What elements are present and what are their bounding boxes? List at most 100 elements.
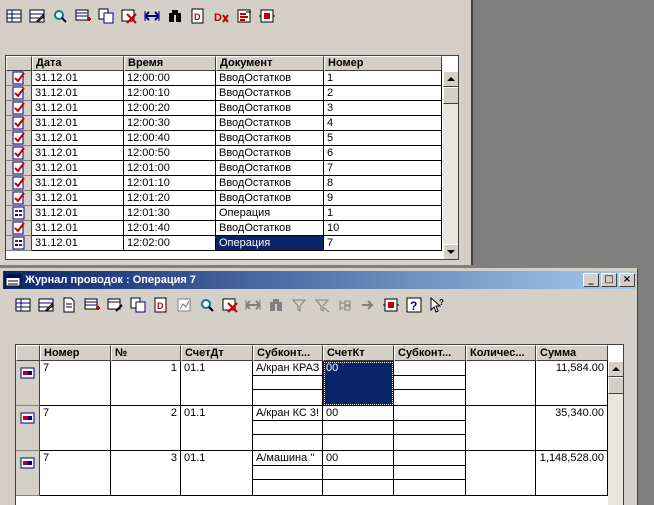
filter-button[interactable] [287,294,310,316]
date-cell[interactable]: 31.12.01 [32,176,124,191]
quantity-cell[interactable] [466,361,536,406]
number-cell[interactable]: 1 [324,71,442,86]
column-header-number[interactable]: Номер [40,345,111,361]
time-cell[interactable]: 12:02:00 [124,236,216,251]
scroll-thumb[interactable] [608,377,623,394]
subconto-line[interactable] [394,390,465,405]
edit-row-button[interactable] [34,294,57,316]
interval-button[interactable] [241,294,264,316]
date-cell[interactable]: 31.12.01 [32,191,124,206]
subconto-line[interactable] [394,421,465,436]
entries-vertical-scrollbar[interactable] [608,361,623,505]
date-cell[interactable]: 31.12.01 [32,236,124,251]
document-cell[interactable]: ВводОстатков [216,146,324,161]
post-document-button[interactable]: D [186,5,209,27]
credit-account-cell[interactable]: 00 [323,406,394,451]
column-header-credit-account[interactable]: СчетКт [323,345,394,361]
subconto-line[interactable] [253,435,322,450]
subconto-line[interactable] [323,480,393,495]
subconto-line[interactable] [323,466,393,481]
subconto-line[interactable] [253,390,322,405]
table-row[interactable]: 31.12.01 12:01:10 ВводОстатков 8 [6,176,442,191]
sum-cell[interactable]: 1,148,528.00 [536,451,608,496]
document-button[interactable] [57,294,80,316]
entries-grid[interactable]: Номер № СчетДт Субконт... СчетКт Субконт… [15,344,624,505]
column-header-line-no[interactable]: № [111,345,181,361]
time-cell[interactable]: 12:01:20 [124,191,216,206]
subconto-line[interactable] [253,466,322,481]
post-document-button[interactable]: D [149,294,172,316]
document-cell[interactable]: ВводОстатков [216,71,324,86]
unpost-document-button[interactable]: D [209,5,232,27]
find-button[interactable] [195,294,218,316]
subconto-line[interactable] [323,376,393,391]
subconto-line[interactable]: 00 [323,406,393,421]
structure-button[interactable] [255,5,278,27]
time-cell[interactable]: 12:00:10 [124,86,216,101]
table-row[interactable]: 31.12.01 12:00:50 ВводОстатков 6 [6,146,442,161]
document-cell[interactable]: ВводОстатков [216,101,324,116]
subconto-line[interactable]: 00 [323,361,393,376]
column-header-quantity[interactable]: Количес... [466,345,536,361]
date-cell[interactable]: 31.12.01 [32,161,124,176]
number-cell[interactable]: 7 [324,161,442,176]
document-cell[interactable]: Операция [216,236,324,251]
table-row[interactable]: 7 3 01.1 А/машина '' 00 1,148,528.00 [16,451,608,496]
credit-account-cell[interactable]: 00 [323,451,394,496]
delete-mark-button[interactable] [117,5,140,27]
time-cell[interactable]: 12:01:00 [124,161,216,176]
context-help-button[interactable]: ? [425,294,448,316]
minimize-button[interactable]: _ [583,273,599,287]
sum-cell[interactable]: 11,584.00 [536,361,608,406]
time-cell[interactable]: 12:01:40 [124,221,216,236]
number-cell[interactable]: 8 [324,176,442,191]
edit-row-button[interactable] [25,5,48,27]
time-cell[interactable]: 12:00:50 [124,146,216,161]
table-row[interactable]: 7 1 01.1 А/кран КРАЗ 00 11,584.00 [16,361,608,406]
subconto-line[interactable] [394,435,465,450]
edit-list-button[interactable] [103,294,126,316]
scroll-up-button[interactable] [443,71,458,87]
goto-button[interactable] [356,294,379,316]
table-row[interactable]: 31.12.01 12:00:40 ВводОстатков 5 [6,131,442,146]
copy-button[interactable] [126,294,149,316]
number-cell[interactable]: 7 [40,451,111,496]
add-list-button[interactable] [71,5,94,27]
debit-subconto-cell[interactable]: А/машина '' [253,451,323,496]
quantity-cell[interactable] [466,406,536,451]
number-cell[interactable]: 7 [40,406,111,451]
number-cell[interactable]: 2 [324,86,442,101]
maximize-button[interactable]: □ [601,273,617,287]
table-row[interactable]: 31.12.01 12:00:00 ВводОстатков 1 [6,71,442,86]
subconto-line[interactable]: А/кран КРАЗ [253,361,322,376]
tree-button[interactable] [333,294,356,316]
time-cell[interactable]: 12:00:20 [124,101,216,116]
number-cell[interactable]: 4 [324,116,442,131]
line-no-cell[interactable]: 2 [111,406,181,451]
number-cell[interactable]: 9 [324,191,442,206]
date-cell[interactable]: 31.12.01 [32,86,124,101]
debit-account-cell[interactable]: 01.1 [181,361,253,406]
table-row[interactable]: 31.12.01 12:01:30 Операция 1 [6,206,442,221]
subconto-line[interactable] [253,421,322,436]
find-button[interactable] [48,5,71,27]
scroll-down-button[interactable] [443,244,458,259]
table-row[interactable]: 31.12.01 12:00:30 ВводОстатков 4 [6,116,442,131]
debit-account-cell[interactable]: 01.1 [181,406,253,451]
credit-subconto-cell[interactable] [394,406,466,451]
time-cell[interactable]: 12:01:30 [124,206,216,221]
binoculars-button[interactable] [163,5,186,27]
debit-account-cell[interactable]: 01.1 [181,451,253,496]
credit-account-cell[interactable]: 00 [323,361,394,406]
subconto-line[interactable] [323,390,393,405]
add-list-button[interactable] [80,294,103,316]
line-no-cell[interactable]: 3 [111,451,181,496]
table-row[interactable]: 31.12.01 12:00:10 ВводОстатков 2 [6,86,442,101]
column-header-sum[interactable]: Сумма [536,345,608,361]
filter-off-button[interactable] [310,294,333,316]
document-cell[interactable]: ВводОстатков [216,116,324,131]
report-button[interactable] [172,294,195,316]
subconto-line[interactable] [394,466,465,481]
copy-button[interactable] [94,5,117,27]
debit-subconto-cell[interactable]: А/кран КС 3! [253,406,323,451]
